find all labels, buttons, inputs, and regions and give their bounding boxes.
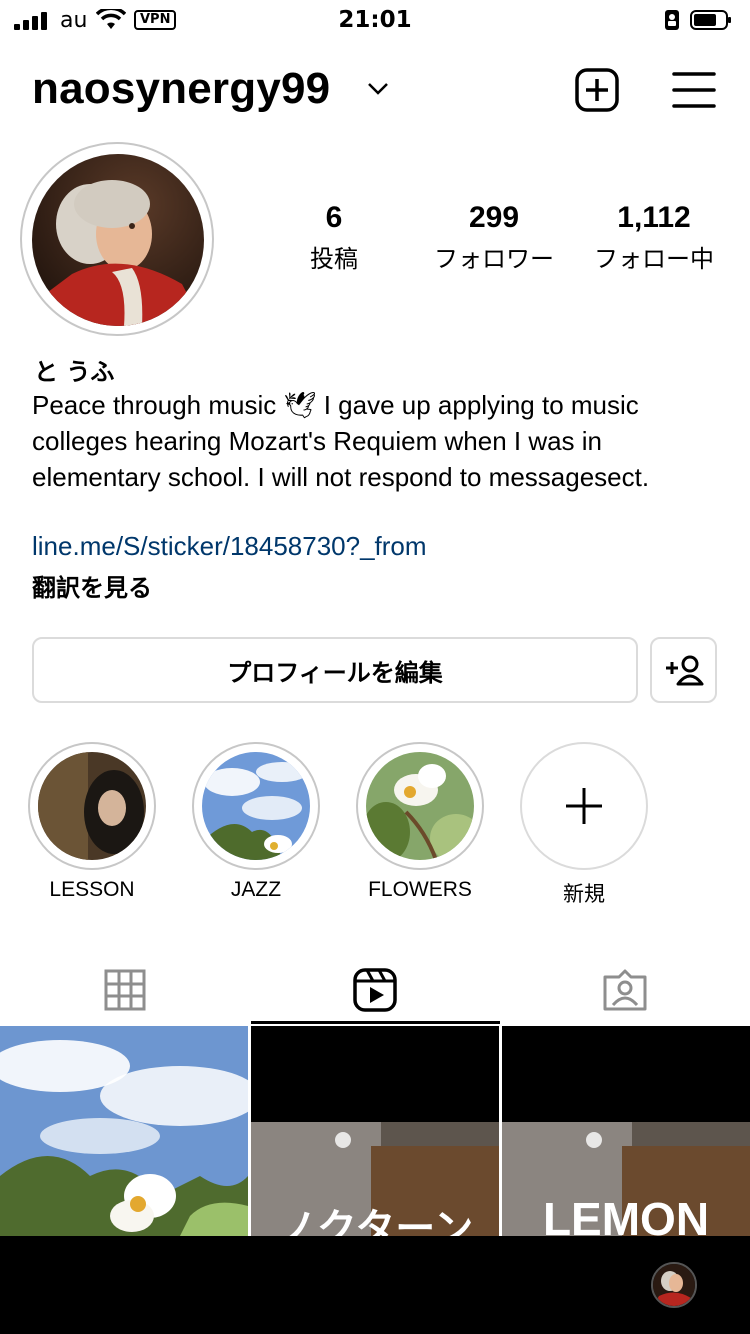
hamburger-menu-icon[interactable]	[672, 70, 716, 110]
stat-following[interactable]: 1,112 フォロー中	[584, 201, 724, 274]
mozart-portrait-image	[32, 154, 204, 326]
profile-tab-avatar[interactable]	[651, 1262, 697, 1308]
reels-icon	[353, 968, 397, 1012]
stat-followers-label: フォロワー	[434, 245, 554, 273]
profile-username[interactable]: naosynergy99	[32, 64, 330, 114]
stat-followers[interactable]: 299 フォロワー	[424, 201, 564, 274]
battery-icon	[690, 10, 731, 30]
active-tab-indicator	[251, 1021, 500, 1024]
grid-item[interactable]	[0, 1026, 248, 1236]
stat-following-count: 1,112	[617, 201, 691, 234]
orientation-lock-icon	[665, 10, 679, 30]
grid-item[interactable]: ノクターン	[251, 1026, 499, 1236]
dove-emoji: 🕊	[283, 390, 317, 420]
highlight-jazz[interactable]: JAZZ	[192, 742, 320, 902]
highlight-jazz-label: JAZZ	[230, 878, 282, 901]
highlight-flowers[interactable]: FLOWERS	[356, 742, 484, 902]
bio-text-part1: Peace through music	[32, 390, 284, 420]
highlight-new[interactable]: 新規	[520, 742, 648, 908]
highlight-ring	[356, 742, 484, 870]
grid-item-overlay-text: ノクターン	[276, 1206, 474, 1236]
highlight-lesson-image	[38, 752, 146, 860]
stat-posts-count: 6	[325, 201, 343, 234]
tab-reels[interactable]	[250, 955, 500, 1025]
edit-profile-button[interactable]: プロフィールを編集	[32, 637, 638, 703]
highlight-flowers-label: FLOWERS	[368, 878, 472, 901]
profile-bio: Peace through music 🕊 I gave up applying…	[32, 387, 722, 495]
highlight-lesson-label: LESSON	[49, 878, 135, 901]
tab-tagged[interactable]	[500, 955, 750, 1025]
clock: 21:01	[338, 7, 412, 33]
profile-link[interactable]: line.me/S/sticker/18458730?_from	[32, 531, 427, 562]
new-post-icon[interactable]	[575, 68, 619, 112]
tab-posts-grid[interactable]	[0, 955, 250, 1025]
stat-posts-label: 投稿	[310, 245, 358, 273]
profile-avatar[interactable]	[32, 154, 204, 326]
highlight-new-label: 新規	[563, 883, 605, 906]
grid-item-overlay-text: LEMON	[542, 1193, 710, 1236]
highlight-ring	[192, 742, 320, 870]
grid-item-image	[0, 1026, 248, 1236]
highlight-new-ring	[520, 742, 648, 870]
plus-icon	[566, 788, 602, 824]
discover-people-button[interactable]	[650, 637, 717, 703]
add-person-icon	[665, 655, 703, 686]
grid-item[interactable]: LEMON	[502, 1026, 750, 1236]
see-translation-link[interactable]: 翻訳を見る	[32, 568, 152, 603]
stat-following-label: フォロー中	[594, 245, 714, 273]
stat-followers-count: 299	[468, 201, 520, 234]
tagged-user-icon	[603, 969, 647, 1011]
mini-avatar-image	[653, 1264, 695, 1306]
status-bar: au VPN 21:01	[0, 0, 750, 44]
highlight-ring	[28, 742, 156, 870]
highlight-flowers-image	[366, 752, 474, 860]
grid-icon	[104, 969, 146, 1011]
bottom-navigation	[0, 1236, 750, 1334]
profile-display-name: と うふ	[34, 358, 115, 386]
highlight-jazz-image	[202, 752, 310, 860]
stat-posts[interactable]: 6 投稿	[274, 201, 394, 274]
chevron-down-icon[interactable]	[367, 82, 389, 96]
highlight-lesson[interactable]: LESSON	[28, 742, 156, 902]
